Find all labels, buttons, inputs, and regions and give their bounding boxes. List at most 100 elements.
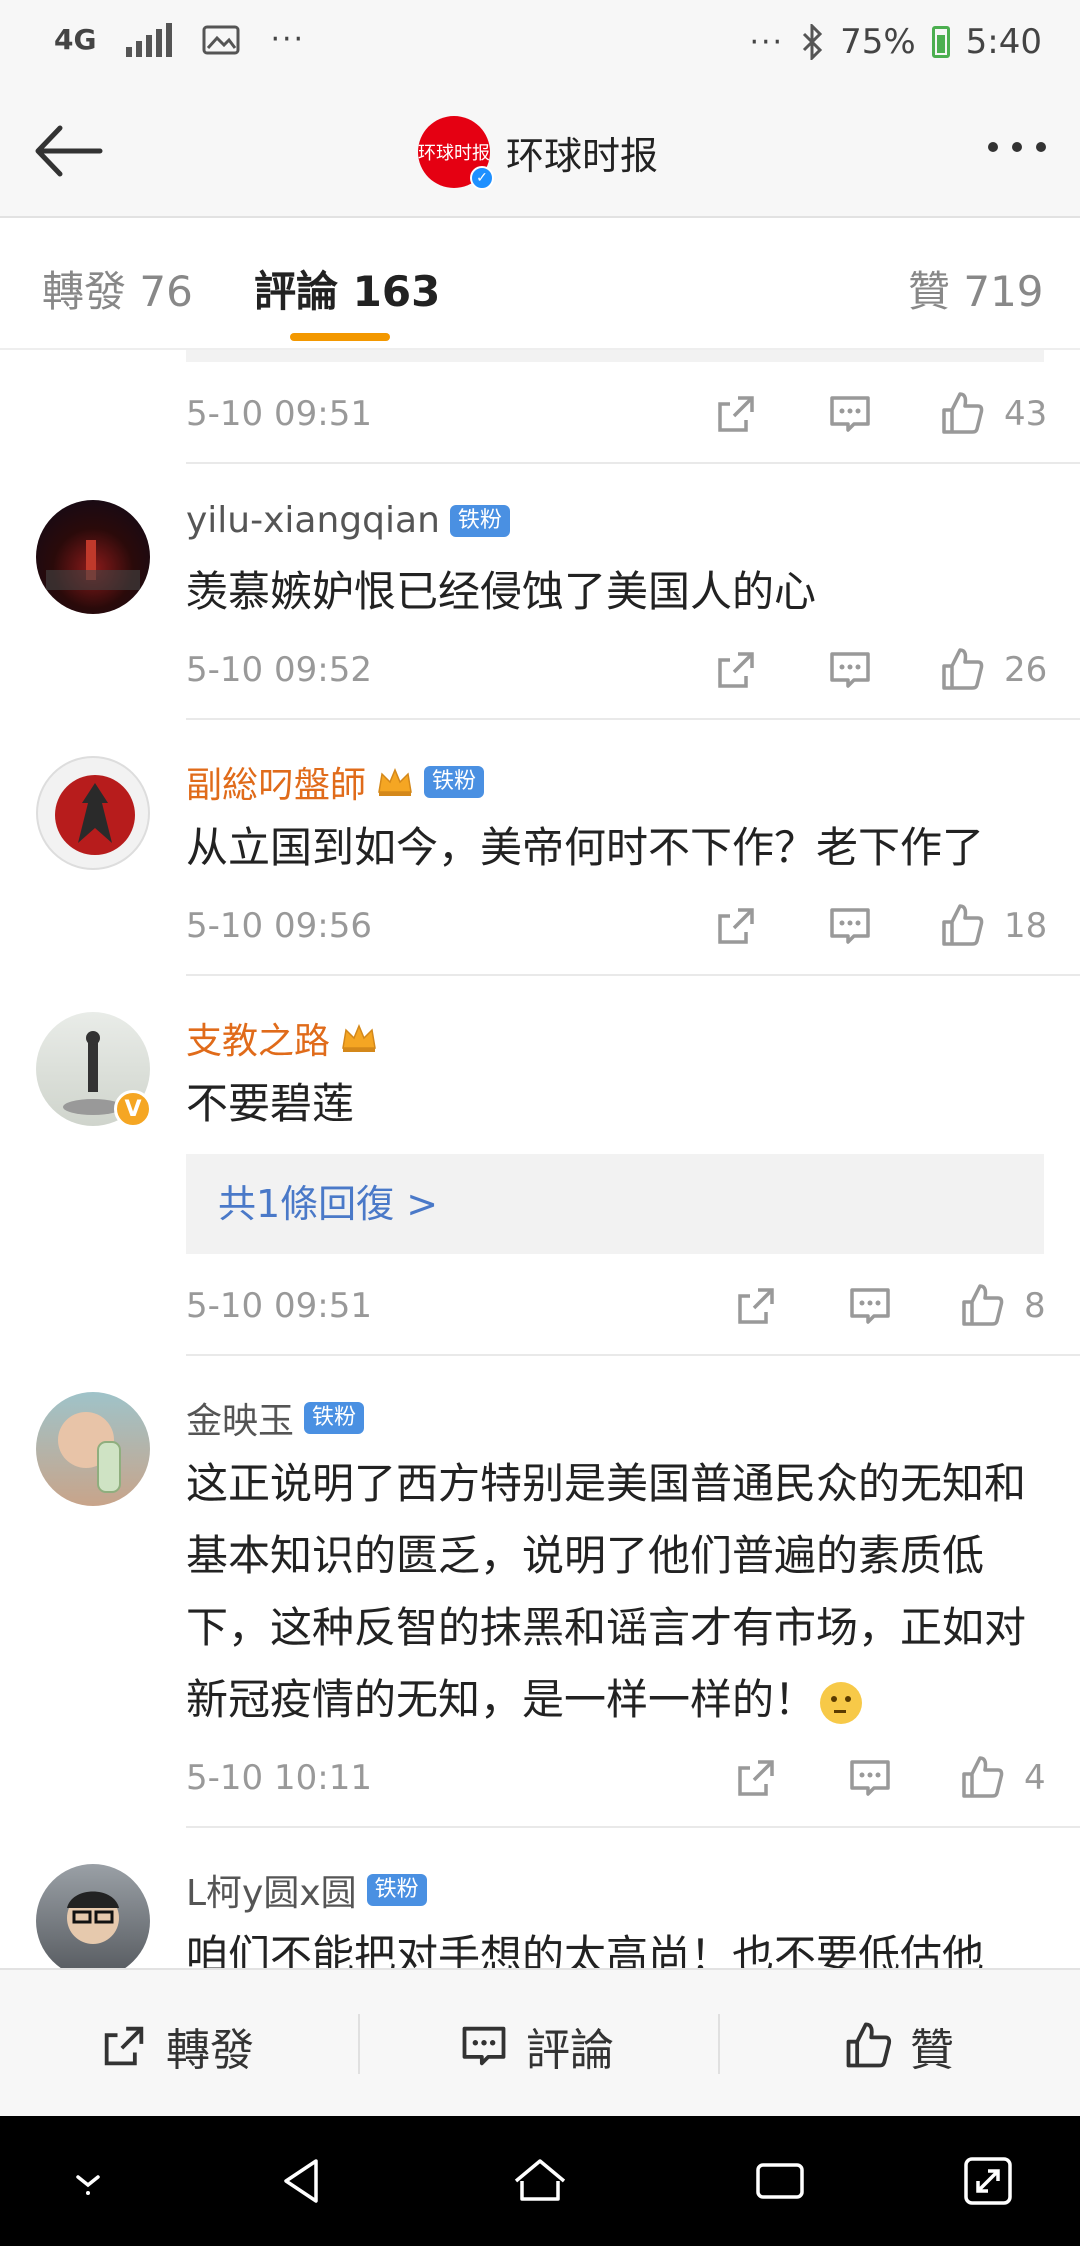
thumbs-up-icon[interactable] xyxy=(958,1754,1006,1802)
like-count: 43 xyxy=(1004,394,1048,434)
divider xyxy=(186,974,1080,976)
avatar[interactable] xyxy=(36,1392,150,1506)
share-icon xyxy=(104,2026,144,2066)
comment-meta-row: 5-10 09:51 8 xyxy=(186,1276,1046,1336)
previous-content-edge xyxy=(186,350,1044,362)
chevron-down-icon[interactable] xyxy=(58,2151,118,2211)
system-nav-bar xyxy=(0,2116,1080,2246)
thumbs-up-icon[interactable] xyxy=(938,390,986,438)
like-count: 8 xyxy=(1024,1286,1046,1326)
username[interactable]: 支教之路 xyxy=(186,1012,330,1064)
username-row: L柯y圆x圆 铁粉 xyxy=(186,1864,427,1916)
thinking-face-emoji-icon xyxy=(820,1681,863,1724)
fan-badge: 铁粉 xyxy=(449,504,510,537)
share-icon[interactable] xyxy=(712,646,760,694)
comment-time: 5-10 09:51 xyxy=(186,394,372,434)
verified-icon: V xyxy=(114,1090,152,1128)
home-icon[interactable] xyxy=(510,2151,570,2211)
fan-badge: 铁粉 xyxy=(366,1874,427,1906)
divider xyxy=(186,718,1080,720)
account-header[interactable]: 环球时报 ✓ 环球时报 xyxy=(418,116,659,190)
username[interactable]: L柯y圆x圆 xyxy=(186,1864,357,1916)
repost-button[interactable]: 轉發 xyxy=(98,2014,254,2078)
verified-icon: ✓ xyxy=(470,166,494,190)
more-dots-icon: ··· xyxy=(270,22,306,57)
share-icon[interactable] xyxy=(732,1282,780,1330)
battery-percent: 75% xyxy=(840,22,916,62)
comment-meta-row: 5-10 09:51 43 xyxy=(186,384,1048,444)
share-icon[interactable] xyxy=(712,390,760,438)
avatar[interactable]: V xyxy=(36,1012,152,1128)
avatar[interactable] xyxy=(36,1864,150,1968)
fan-badge: 铁粉 xyxy=(424,766,485,798)
avatar[interactable] xyxy=(36,756,150,870)
bluetooth-icon xyxy=(803,24,823,60)
battery-icon xyxy=(931,26,950,58)
crown-icon xyxy=(378,768,412,796)
like-count: 18 xyxy=(1004,906,1048,946)
comment-icon xyxy=(462,2026,506,2066)
comment-label: 評論 xyxy=(526,2025,614,2076)
comment-meta-row: 5-10 10:11 4 xyxy=(186,1748,1046,1808)
page-title: 环球时报 xyxy=(506,133,659,178)
username[interactable]: 副総叼盤師 xyxy=(186,756,366,808)
thumbs-up-icon[interactable] xyxy=(938,902,986,950)
username-row: 金映玉 铁粉 xyxy=(186,1392,365,1444)
fan-badge: 铁粉 xyxy=(304,1402,365,1434)
username-row: 副総叼盤師 铁粉 xyxy=(186,756,485,808)
like-button[interactable]: 贊 xyxy=(842,2014,954,2078)
comment-icon[interactable] xyxy=(826,390,874,438)
comment-text: 咱们不能把对手想的太高尚！也不要低估他 xyxy=(186,1931,985,1968)
like-count: 4 xyxy=(1024,1758,1046,1798)
comment-time: 5-10 09:56 xyxy=(186,906,372,946)
comment-meta-row: 5-10 09:56 18 xyxy=(186,896,1048,956)
divider xyxy=(358,2014,360,2074)
comment-icon[interactable] xyxy=(826,902,874,950)
comment-text-content: 这正说明了西方特别是美国普通民众的无知和基本知识的匮乏，说明了他们普遍的素质低下… xyxy=(186,1459,1027,1724)
divider xyxy=(186,1826,1080,1828)
arrow-left-icon[interactable] xyxy=(28,116,108,186)
comment-time: 5-10 09:52 xyxy=(186,650,372,690)
share-icon[interactable] xyxy=(732,1754,780,1802)
username[interactable]: yilu-xiangqian xyxy=(186,500,440,541)
comment-icon[interactable] xyxy=(826,646,874,694)
expand-icon[interactable] xyxy=(958,2151,1018,2211)
more-dots-icon[interactable] xyxy=(988,142,1046,152)
comment-button[interactable]: 評論 xyxy=(458,2014,614,2078)
clock: 5:40 xyxy=(965,22,1042,62)
top-app-bar: 环球时报 ✓ 环球时报 xyxy=(0,92,1080,218)
comment-icon[interactable] xyxy=(846,1282,894,1330)
network-label: 4G xyxy=(54,23,97,56)
recents-icon[interactable] xyxy=(750,2151,810,2211)
tab-likes[interactable]: 贊 719 xyxy=(908,258,1044,319)
back-triangle-icon[interactable] xyxy=(272,2151,332,2211)
divider xyxy=(186,462,1080,464)
more-dots-icon: ··· xyxy=(749,24,785,60)
username-row: 支教之路 xyxy=(186,1012,378,1064)
comment-time: 5-10 10:11 xyxy=(186,1758,372,1798)
account-avatar[interactable]: 环球时报 ✓ xyxy=(418,116,494,190)
tab-reposts[interactable]: 轉發 76 xyxy=(42,258,193,319)
reply-thread-link[interactable]: 共1條回復 > xyxy=(186,1154,1044,1254)
like-label: 贊 xyxy=(910,2025,954,2076)
crown-icon xyxy=(342,1024,376,1052)
thumbs-up-icon[interactable] xyxy=(938,646,986,694)
avatar[interactable] xyxy=(36,500,150,614)
image-icon xyxy=(202,25,240,54)
comment-icon[interactable] xyxy=(846,1754,894,1802)
share-icon[interactable] xyxy=(712,902,760,950)
comment-text: 这正说明了西方特别是美国普通民众的无知和基本知识的匮乏，说明了他们普遍的素质低下… xyxy=(186,1448,1046,1736)
active-tab-indicator xyxy=(290,333,390,341)
comment-time: 5-10 09:51 xyxy=(186,1286,372,1326)
status-bar: 4G ··· ··· 75% 5:40 xyxy=(0,0,1080,92)
comment-meta-row: 5-10 09:52 26 xyxy=(186,640,1048,700)
username[interactable]: 金映玉 xyxy=(186,1392,294,1444)
like-count: 26 xyxy=(1004,650,1048,690)
tab-comments[interactable]: 評論 163 xyxy=(254,258,440,319)
repost-label: 轉發 xyxy=(166,2025,254,2076)
thumbs-up-icon[interactable] xyxy=(958,1282,1006,1330)
tab-bar: 轉發 76 評論 163 贊 719 xyxy=(0,218,1080,350)
comment-text: 不要碧莲 xyxy=(186,1079,355,1128)
avatar-logo-text: 环球时报 xyxy=(418,143,490,164)
comment-text: 羡慕嫉妒恨已经侵蚀了美国人的心 xyxy=(186,567,817,616)
